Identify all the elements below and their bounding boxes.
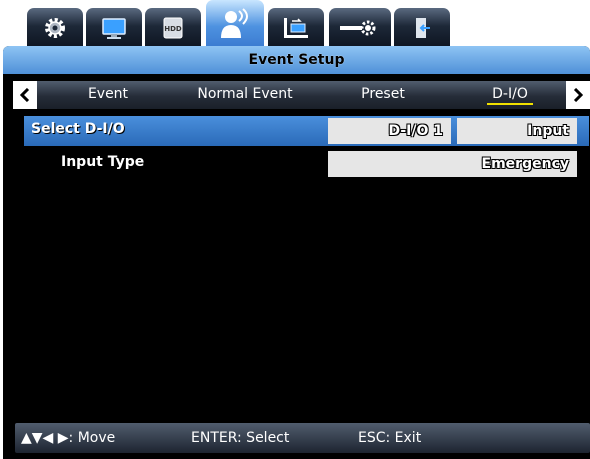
- tab-system[interactable]: [329, 8, 391, 48]
- tab-display[interactable]: [86, 8, 142, 48]
- next-tab-button[interactable]: [566, 81, 590, 109]
- tab-exit[interactable]: [394, 8, 450, 48]
- select-hint: ENTER: Select: [191, 430, 290, 446]
- exit-door-icon: [416, 18, 430, 38]
- arrow-keys-icon: ▲▼◀ ▶: [21, 430, 69, 446]
- tab-storage[interactable]: HDD: [145, 8, 201, 48]
- person-sensor-icon: [221, 8, 248, 38]
- chevron-right-icon: [573, 88, 583, 102]
- move-hint: ▲▼◀ ▶: Move: [21, 430, 116, 446]
- select-dio-label: Select D-I/O: [31, 121, 125, 137]
- tab-normal-event[interactable]: Normal Event: [185, 81, 305, 109]
- help-status-bar: ▲▼◀ ▶: Move ENTER: Select ESC: Exit: [15, 423, 590, 453]
- network-icon: [284, 18, 308, 38]
- event-setup-window: Event Setup Event Normal Event Preset D-…: [3, 46, 590, 459]
- exit-hint: ESC: Exit: [358, 430, 422, 446]
- top-menu-bar: HDD: [0, 0, 590, 48]
- tab-network[interactable]: [268, 8, 324, 48]
- system-settings-icon: [340, 20, 376, 36]
- input-type-select[interactable]: Emergency: [328, 151, 577, 177]
- tab-general[interactable]: [27, 8, 83, 48]
- input-type-label: Input Type: [61, 154, 145, 170]
- prev-tab-button[interactable]: [13, 81, 37, 109]
- window-title-bar: Event Setup: [3, 46, 590, 74]
- dio-number-select[interactable]: D-I/O 1: [328, 118, 451, 144]
- dio-direction-select[interactable]: Input: [457, 118, 577, 144]
- svg-text:HDD: HDD: [164, 25, 182, 33]
- active-tab-underline: [487, 103, 533, 105]
- monitor-icon: [102, 18, 126, 39]
- tab-event[interactable]: [206, 0, 264, 48]
- sub-tab-bar: Event Normal Event Preset D-I/O: [13, 81, 590, 109]
- hdd-icon: HDD: [163, 17, 183, 39]
- page-title: Event Setup: [248, 52, 345, 68]
- tab-event-sub[interactable]: Event: [63, 81, 153, 109]
- gear-icon: [45, 18, 65, 38]
- tab-preset[interactable]: Preset: [348, 81, 418, 109]
- chevron-left-icon: [20, 88, 30, 102]
